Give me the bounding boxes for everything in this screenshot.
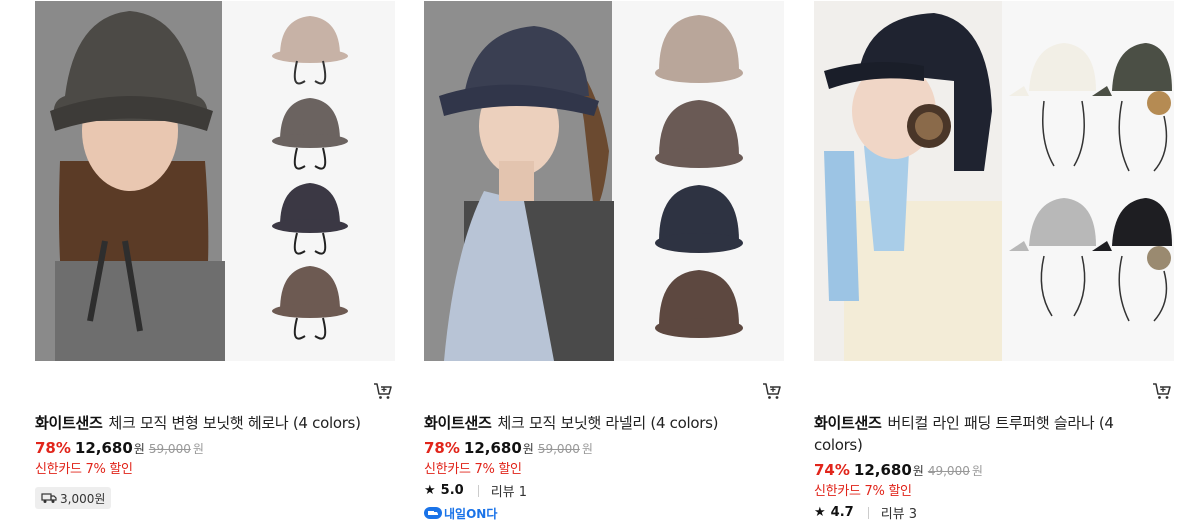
discount-rate: 74% <box>814 461 850 479</box>
price-unit: 원 <box>912 464 924 478</box>
add-to-cart-button[interactable] <box>373 381 393 401</box>
product-name[interactable]: 체크 모직 변형 보닛햇 헤로나 (4 colors) <box>109 414 361 432</box>
price-unit: 원 <box>522 442 534 456</box>
card-promo: 신한카드 7% 할인 <box>424 462 522 477</box>
rating-row: ★ 5.0 리뷰 1 <box>424 481 527 500</box>
sale-price: 12,680 <box>463 439 522 457</box>
divider <box>867 506 869 519</box>
original-price: 59,000 <box>537 442 580 456</box>
price-row: 74% 12,680원 49,000 원 <box>814 461 983 480</box>
truck-icon <box>41 493 57 503</box>
brand-name[interactable]: 화이트샌즈 <box>35 414 103 432</box>
price-row: 78% 12,680원 59,000 원 <box>424 439 593 458</box>
price-row: 78% 12,680원 59,000 원 <box>35 439 204 458</box>
delivery-truck-icon <box>424 507 442 519</box>
product-title[interactable]: 화이트샌즈 체크 모직 보닛햇 라넬리 (4 colors) <box>424 412 769 434</box>
rating-score: 5.0 <box>440 483 464 498</box>
original-price-unit: 원 <box>581 442 593 456</box>
brand-name[interactable]: 화이트샌즈 <box>814 414 882 432</box>
original-price-unit: 원 <box>192 442 204 456</box>
discount-rate: 78% <box>35 439 71 457</box>
product-title[interactable]: 화이트샌즈 체크 모직 변형 보닛햇 헤로나 (4 colors) <box>35 412 380 434</box>
product-title[interactable]: 화이트샌즈 버티컬 라인 패딩 트루퍼햇 슬라나 (4 colors) <box>814 412 1159 456</box>
review-count[interactable]: 리뷰 1 <box>491 481 527 500</box>
rating-row: ★ 4.7 리뷰 3 <box>814 503 917 522</box>
cart-icon <box>374 383 392 399</box>
brand-name[interactable]: 화이트샌즈 <box>424 414 492 432</box>
product-image[interactable] <box>35 1 395 361</box>
original-price: 59,000 <box>148 442 191 456</box>
product-card[interactable]: 화이트샌즈 체크 모직 변형 보닛햇 헤로나 (4 colors) 78% 12,6… <box>35 0 395 531</box>
cart-icon <box>763 383 781 399</box>
product-image[interactable] <box>814 1 1174 361</box>
product-name[interactable]: 체크 모직 보닛햇 라넬리 (4 colors) <box>498 414 719 432</box>
discount-rate: 78% <box>424 439 460 457</box>
star-icon: ★ <box>424 483 436 498</box>
original-price-unit: 원 <box>971 464 983 478</box>
review-count[interactable]: 리뷰 3 <box>881 503 917 522</box>
cart-icon <box>1153 383 1171 399</box>
star-icon: ★ <box>814 505 826 520</box>
card-promo: 신한카드 7% 할인 <box>814 484 912 499</box>
product-image[interactable] <box>424 1 784 361</box>
divider <box>477 484 479 497</box>
rating-score: 4.7 <box>830 505 854 520</box>
original-price: 49,000 <box>927 464 970 478</box>
price-unit: 원 <box>133 442 145 456</box>
sale-price: 12,680 <box>74 439 133 457</box>
card-promo: 신한카드 7% 할인 <box>35 462 133 477</box>
product-card[interactable]: 화이트샌즈 버티컬 라인 패딩 트루퍼햇 슬라나 (4 colors) 74% 12… <box>814 0 1174 531</box>
product-card[interactable]: 화이트샌즈 체크 모직 보닛햇 라넬리 (4 colors) 78% 12,680원… <box>424 0 784 531</box>
shipping-fee: 3,000원 <box>60 491 106 506</box>
add-to-cart-button[interactable] <box>1152 381 1172 401</box>
delivery-badge: 내일ON다 <box>424 505 497 521</box>
sale-price: 12,680 <box>853 461 912 479</box>
shipping-fee-badge: 3,000원 <box>35 487 112 509</box>
delivery-badge-label: 내일ON다 <box>444 506 498 521</box>
add-to-cart-button[interactable] <box>762 381 782 401</box>
